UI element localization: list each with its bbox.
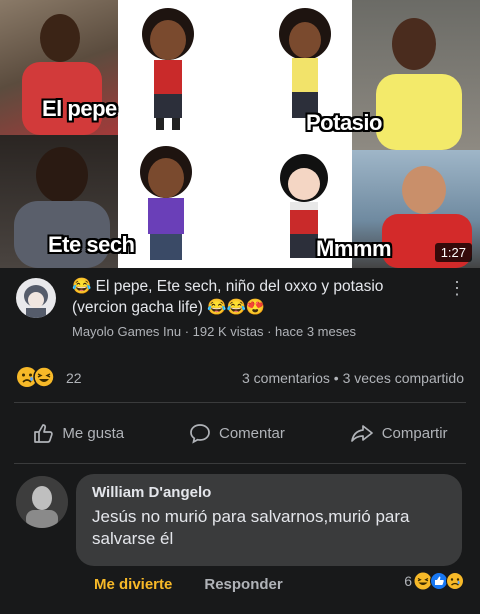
comment-reactions[interactable]: 6 — [404, 572, 464, 590]
more-options-icon[interactable]: ⋮ — [448, 278, 466, 299]
caption-mmmm: Mmmm — [316, 236, 392, 261]
reaction-icons[interactable] — [16, 366, 55, 388]
engagement-stats[interactable]: 3 comentarios • 3 veces compartido — [242, 370, 464, 386]
comment-label: Comentar — [218, 424, 285, 442]
comment-button[interactable]: Comentar — [189, 422, 285, 444]
gacha-character-1 — [142, 8, 194, 130]
comment-text: Jesús no murió para salvarnos,murió para… — [92, 507, 410, 548]
channel-avatar[interactable] — [16, 278, 56, 318]
sad-reaction-icon — [446, 572, 464, 590]
share-button[interactable]: Compartir — [350, 422, 448, 444]
share-label: Compartir — [381, 424, 448, 442]
haha-reaction-icon — [33, 366, 55, 388]
caption-potasio: Potasio — [306, 110, 382, 135]
reply-button[interactable]: Responder — [204, 576, 282, 593]
video-duration: 1:27 — [434, 243, 472, 262]
thumbs-up-icon — [34, 424, 54, 443]
comment-bubble-icon — [190, 424, 210, 444]
caption-ete-sech: Ete sech — [48, 232, 135, 257]
share-arrow-icon — [350, 425, 373, 442]
comment: William D'angelo Jesús no murió para sal… — [0, 464, 480, 614]
like-label: Me gusta — [62, 424, 125, 442]
user-avatar-icon — [16, 476, 68, 528]
haha-reaction-button[interactable]: Me divierte — [94, 576, 172, 593]
like-button[interactable]: Me gusta — [32, 422, 124, 444]
comment-reaction-count: 6 — [404, 573, 412, 589]
comment-bubble: William D'angelo Jesús no murió para sal… — [76, 474, 462, 566]
comment-actions: Me divierte Responder — [94, 576, 283, 593]
caption-el-pepe: El pepe — [42, 96, 117, 121]
video-meta: Mayolo Games Inu · 192 K vistas · hace 3… — [72, 324, 356, 339]
comment-author[interactable]: William D'angelo — [92, 484, 211, 501]
avatar[interactable] — [16, 476, 68, 528]
video-info: 😂 El pepe, Ete sech, niño del oxxo y pot… — [0, 268, 480, 356]
video-thumbnail[interactable]: El pepe Potasio Ete sech Mmmm 1:27 — [0, 0, 480, 268]
reactions-row: 22 3 comentarios • 3 veces compartido — [0, 356, 480, 402]
gacha-character-ete-sech — [140, 146, 192, 260]
reaction-count[interactable]: 22 — [66, 370, 82, 386]
video-title[interactable]: 😂 El pepe, Ete sech, niño del oxxo y pot… — [72, 276, 432, 318]
anime-avatar-icon — [24, 285, 48, 318]
action-bar: Me gusta Comentar Compartir — [0, 403, 480, 463]
